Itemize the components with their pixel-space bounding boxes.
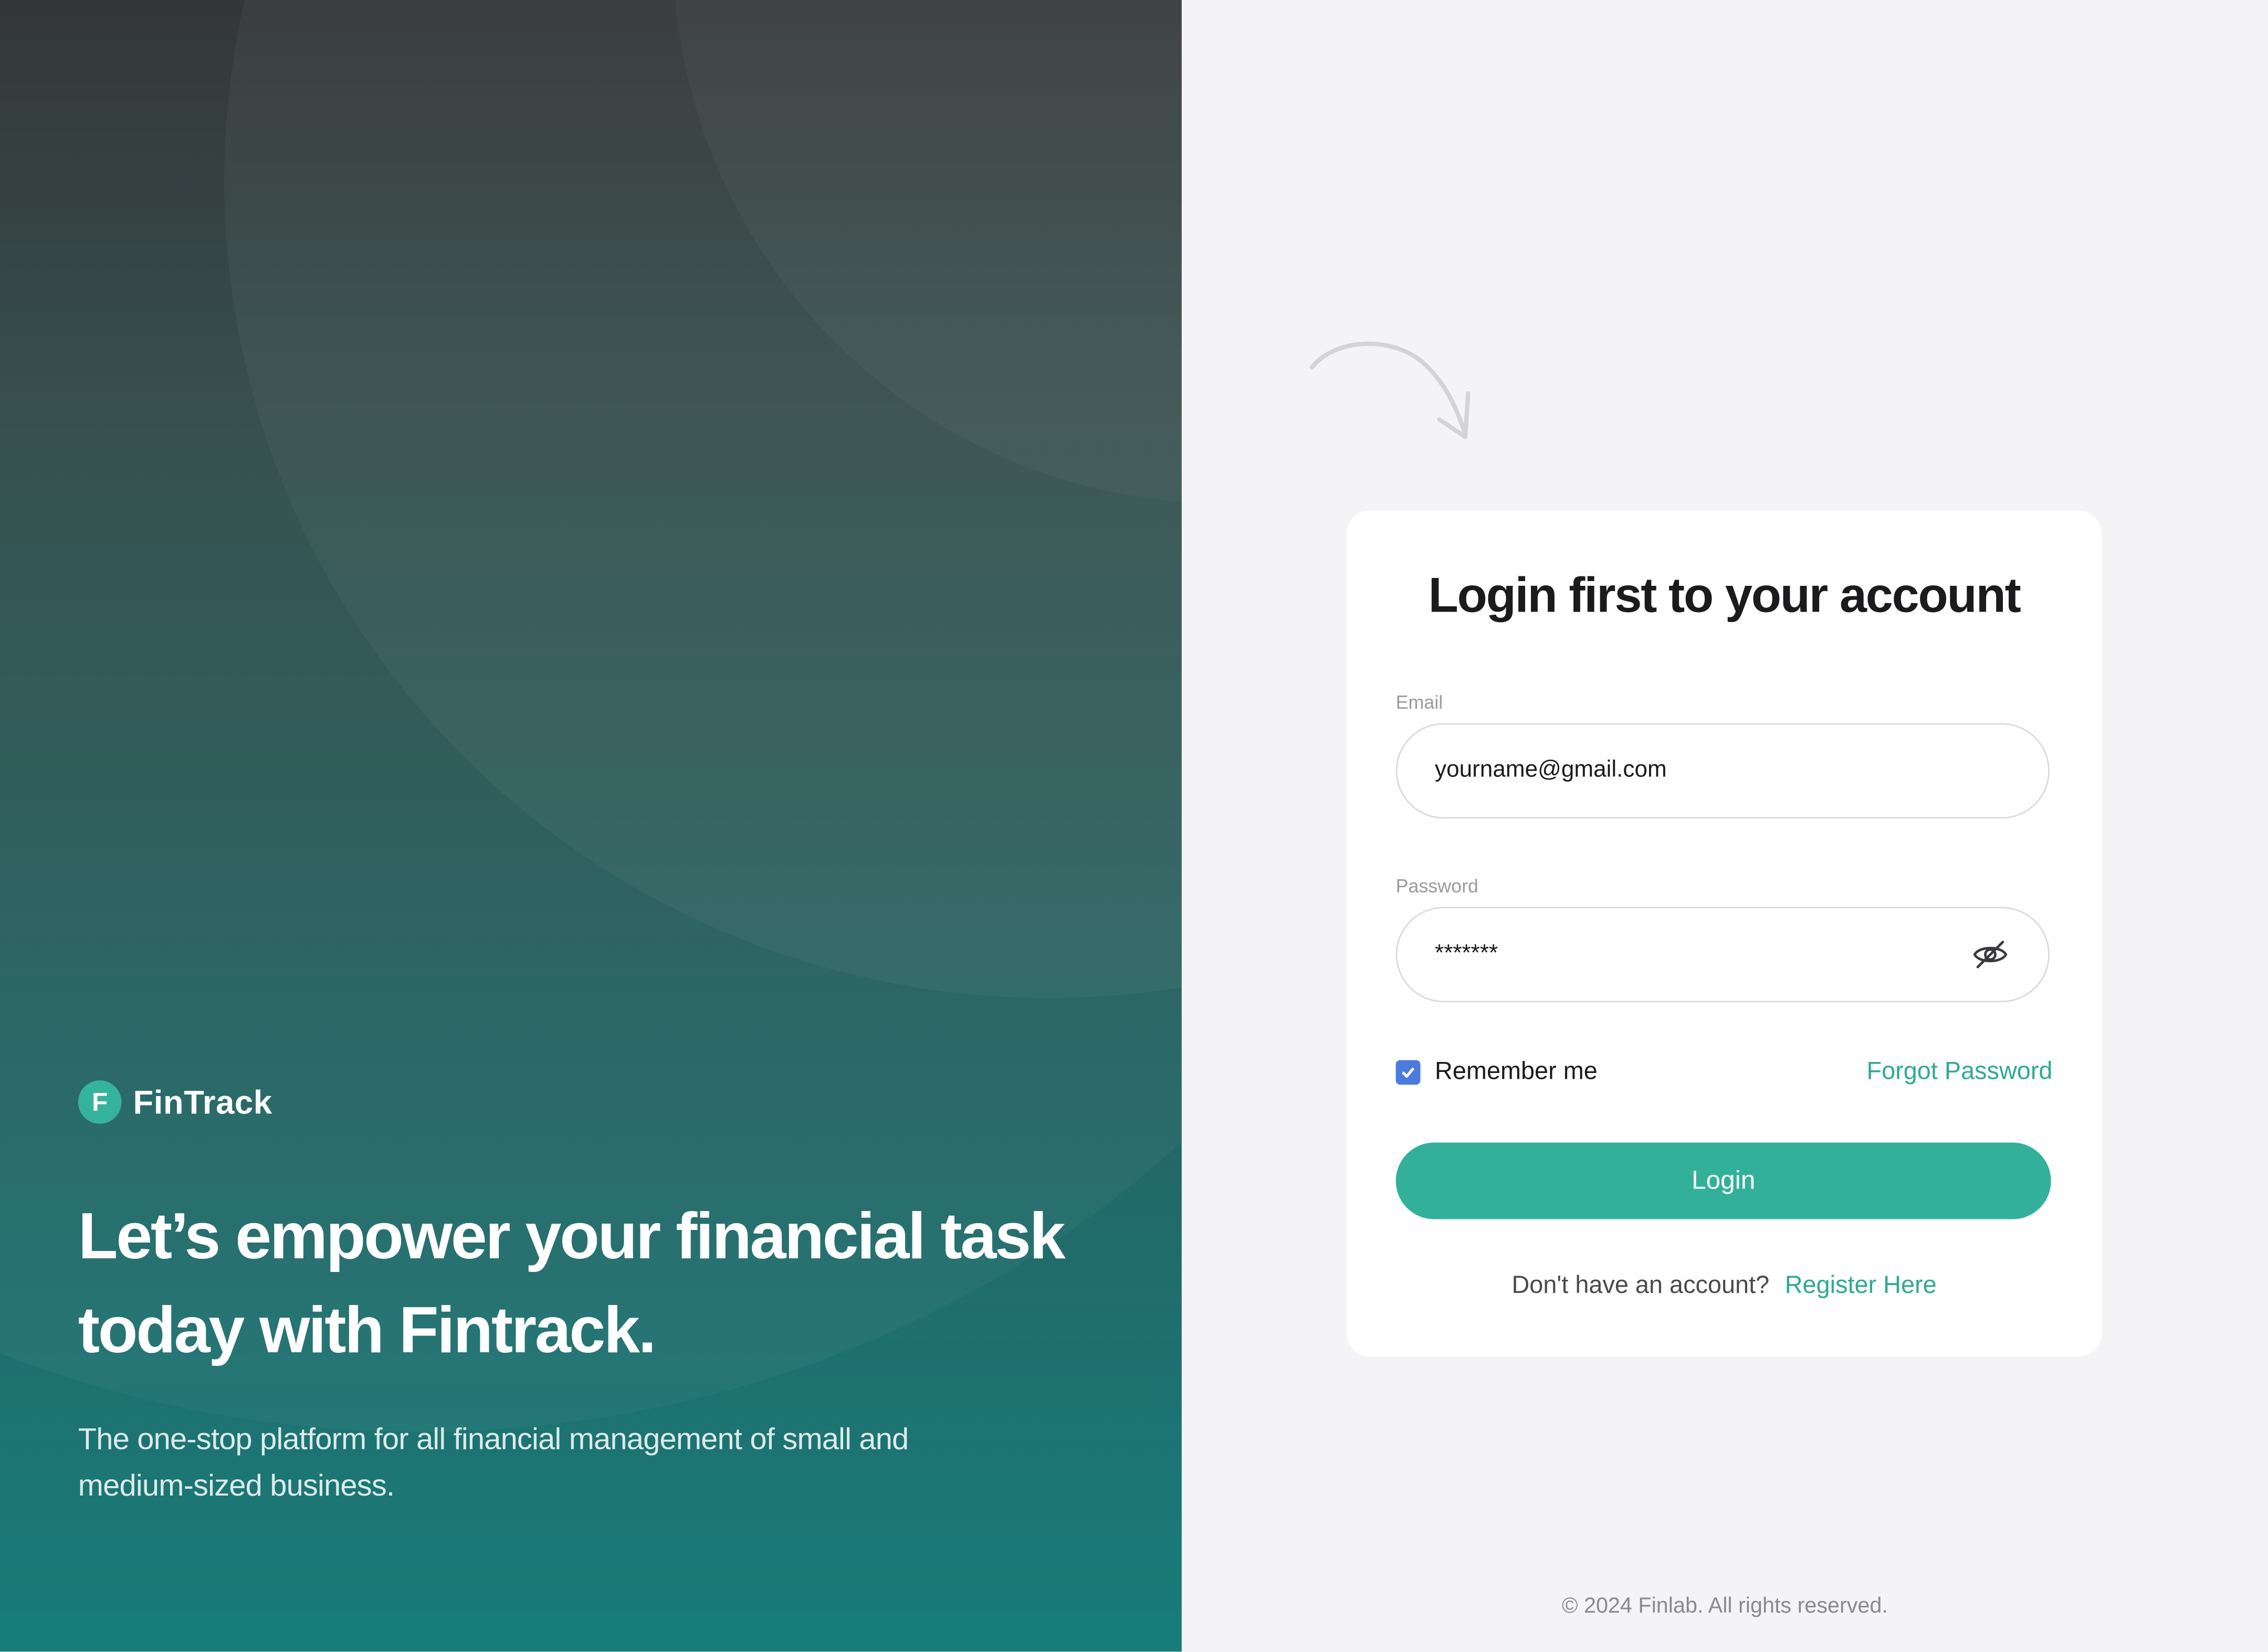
forgot-password-link[interactable]: Forgot Password xyxy=(1866,1057,2052,1086)
remember-me-label: Remember me xyxy=(1435,1057,1598,1085)
email-value: yourname@gmail.com xyxy=(1435,757,1667,783)
copyright-footer: © 2024 Finlab. All rights reserved. xyxy=(1562,1594,1888,1618)
eye-off-icon[interactable] xyxy=(1970,934,2010,975)
login-title: Login first to your account xyxy=(1428,568,2021,624)
hero-subheadline: The one-stop platform for all financial … xyxy=(78,1423,909,1503)
register-prompt: Don't have an account? xyxy=(1511,1271,1770,1299)
hero-panel: F FinTrack Let’s empower your financial … xyxy=(0,0,1182,1652)
password-label: Password xyxy=(1395,875,1478,897)
register-link[interactable]: Register Here xyxy=(1785,1271,1937,1299)
email-field[interactable]: yourname@gmail.com xyxy=(1395,723,2050,819)
email-label: Email xyxy=(1395,691,1443,713)
hero-headline: Let’s empower your financial task today … xyxy=(78,1198,1066,1367)
remember-me-checkbox[interactable]: Remember me xyxy=(1395,1057,1598,1086)
decorative-circle xyxy=(224,0,1182,998)
brand-mark-icon: F xyxy=(78,1080,122,1124)
login-card: Login first to your account Email yourna… xyxy=(1346,510,2102,1357)
login-page: F FinTrack Let’s empower your financial … xyxy=(0,0,2268,1652)
brand-logo: F FinTrack xyxy=(78,1080,272,1124)
password-field[interactable]: ******* xyxy=(1395,907,2050,1003)
password-value: ******* xyxy=(1435,941,1498,966)
decorative-circle xyxy=(673,0,1182,503)
curved-arrow-icon xyxy=(1309,341,1471,439)
brand-name: FinTrack xyxy=(133,1082,272,1120)
register-row: Don't have an account? Register Here xyxy=(1347,1271,2102,1300)
login-panel: Login first to your account Email yourna… xyxy=(1181,0,2268,1652)
check-icon[interactable] xyxy=(1395,1059,1421,1084)
login-button[interactable]: Login xyxy=(1395,1142,2051,1219)
